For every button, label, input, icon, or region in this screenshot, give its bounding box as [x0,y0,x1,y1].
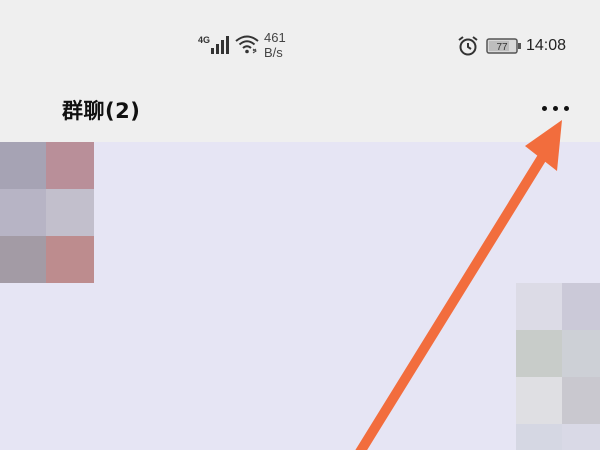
annotation-arrow [355,120,562,450]
